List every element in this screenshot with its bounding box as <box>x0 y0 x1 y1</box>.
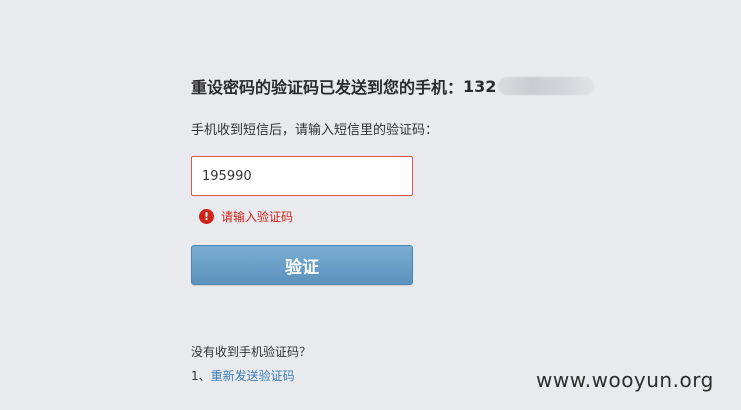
title-text: 重设密码的验证码已发送到您的手机： <box>191 78 464 97</box>
exclamation-circle-icon: ! <box>199 209 214 224</box>
verification-code-input[interactable] <box>191 156 413 196</box>
error-message-row: ! 请输入验证码 <box>199 208 293 225</box>
page: 重设密码的验证码已发送到您的手机： 132 手机收到短信后，请输入短信里的验证码… <box>0 0 741 410</box>
not-received-label: 没有收到手机验证码？ <box>191 345 312 359</box>
phone-redaction-blur <box>498 77 595 95</box>
phone-number: 132 <box>463 76 497 96</box>
resend-code-link[interactable]: 重新发送验证码 <box>211 369 295 383</box>
verify-button[interactable]: 验证 <box>191 245 413 285</box>
resend-prefix: 1、 <box>191 369 211 383</box>
instruction-text: 手机收到短信后，请输入短信里的验证码： <box>191 123 439 138</box>
watermark: www.wooyun.org <box>536 368 714 392</box>
error-message: 请输入验证码 <box>221 210 294 224</box>
page-title: 重设密码的验证码已发送到您的手机： 132 <box>191 74 595 98</box>
resend-row: 1、重新发送验证码 <box>191 367 295 384</box>
